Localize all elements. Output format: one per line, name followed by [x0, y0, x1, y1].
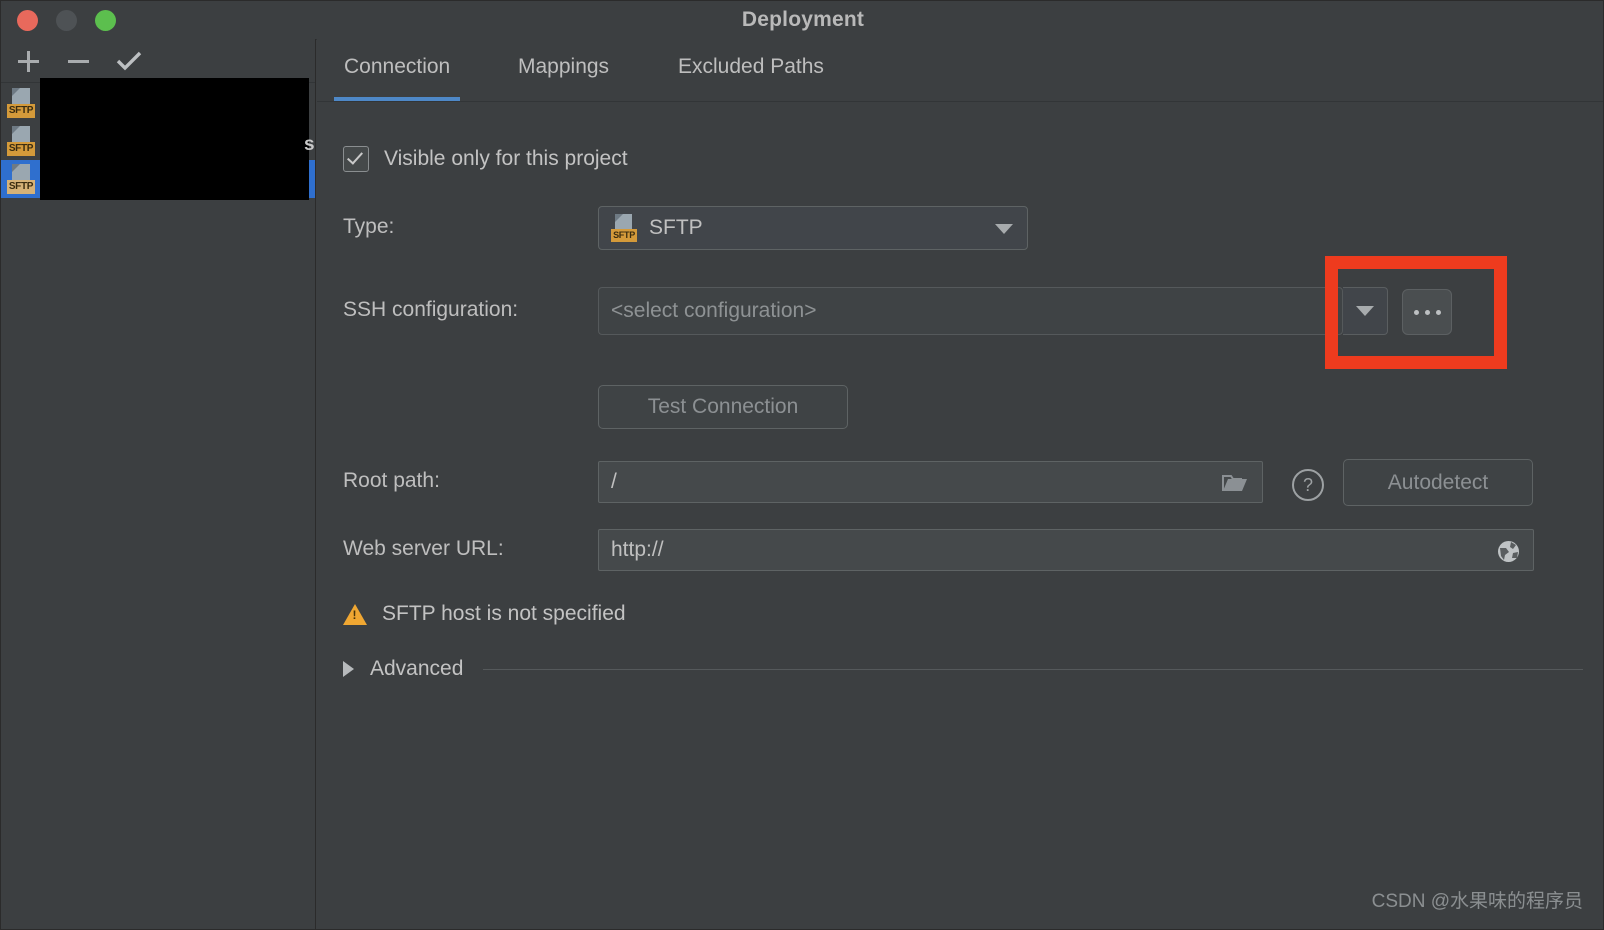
tab-excluded-paths[interactable]: Excluded Paths: [678, 39, 824, 101]
root-path-value: /: [611, 470, 617, 493]
plus-icon: [17, 50, 39, 72]
minus-icon: [67, 59, 89, 63]
sftp-icon: SFTP: [611, 214, 637, 242]
chevron-right-icon: [343, 661, 354, 677]
sftp-icon: SFTP: [7, 88, 35, 118]
chevron-down-icon: [1356, 306, 1374, 316]
sftp-icon: SFTP: [7, 126, 35, 156]
partial-text-fragment: s: [304, 134, 315, 155]
ssh-configuration-browse-button[interactable]: [1402, 289, 1452, 335]
ellipsis-icon: [1435, 309, 1441, 315]
type-value: SFTP: [649, 216, 703, 239]
web-server-url-input[interactable]: http://: [598, 529, 1534, 571]
type-dropdown[interactable]: SFTP SFTP: [598, 206, 1028, 250]
tab-connection[interactable]: Connection: [333, 39, 461, 101]
ssh-configuration-input[interactable]: <select configuration>: [598, 287, 1343, 335]
visible-only-row[interactable]: Visible only for this project: [343, 146, 628, 172]
root-path-label: Root path:: [343, 469, 440, 492]
visible-only-label: Visible only for this project: [384, 147, 628, 170]
deployment-dialog: Deployment SFTP SFTP SFTP s Connection M…: [0, 0, 1604, 930]
ellipsis-icon: [1424, 309, 1430, 315]
connection-panel: Connection Mappings Excluded Paths Visib…: [317, 39, 1603, 929]
type-label: Type:: [343, 215, 395, 238]
ssh-configuration-dropdown-button[interactable]: [1343, 287, 1388, 335]
advanced-section-header[interactable]: Advanced: [343, 657, 1583, 681]
chevron-down-icon: [995, 224, 1013, 234]
sftp-icon: SFTP: [7, 164, 35, 194]
ssh-configuration-placeholder: <select configuration>: [611, 299, 817, 322]
advanced-label: Advanced: [370, 657, 464, 680]
section-divider: [483, 668, 1583, 670]
add-server-button[interactable]: [11, 45, 45, 77]
title-bar: Deployment: [1, 1, 1603, 40]
autodetect-button[interactable]: Autodetect: [1343, 459, 1533, 506]
warning-message-row: SFTP host is not specified: [343, 602, 626, 626]
test-connection-button[interactable]: Test Connection: [598, 385, 848, 429]
web-server-url-value: http://: [611, 538, 664, 561]
tab-mappings[interactable]: Mappings: [518, 39, 609, 101]
server-list-sidebar: SFTP SFTP SFTP s: [1, 39, 316, 929]
help-icon[interactable]: ?: [1292, 469, 1324, 501]
checkmark-icon: [116, 51, 142, 71]
warning-text: SFTP host is not specified: [382, 602, 626, 625]
warning-icon: [343, 603, 367, 625]
tab-bar: Connection Mappings Excluded Paths: [317, 39, 1603, 102]
sidebar-toolbar: [1, 39, 315, 83]
remove-server-button[interactable]: [61, 45, 95, 77]
watermark: CSDN @水果味的程序员: [1371, 891, 1583, 912]
window-title: Deployment: [741, 8, 865, 31]
globe-icon[interactable]: [1496, 539, 1521, 564]
use-as-default-button[interactable]: [112, 45, 146, 77]
web-server-url-label: Web server URL:: [343, 537, 504, 560]
visible-only-checkbox[interactable]: [343, 146, 369, 172]
ssh-configuration-label: SSH configuration:: [343, 298, 519, 321]
redacted-overlay: [40, 78, 309, 200]
ellipsis-icon: [1413, 309, 1419, 315]
root-path-input[interactable]: /: [598, 461, 1263, 503]
folder-icon[interactable]: [1222, 474, 1248, 493]
